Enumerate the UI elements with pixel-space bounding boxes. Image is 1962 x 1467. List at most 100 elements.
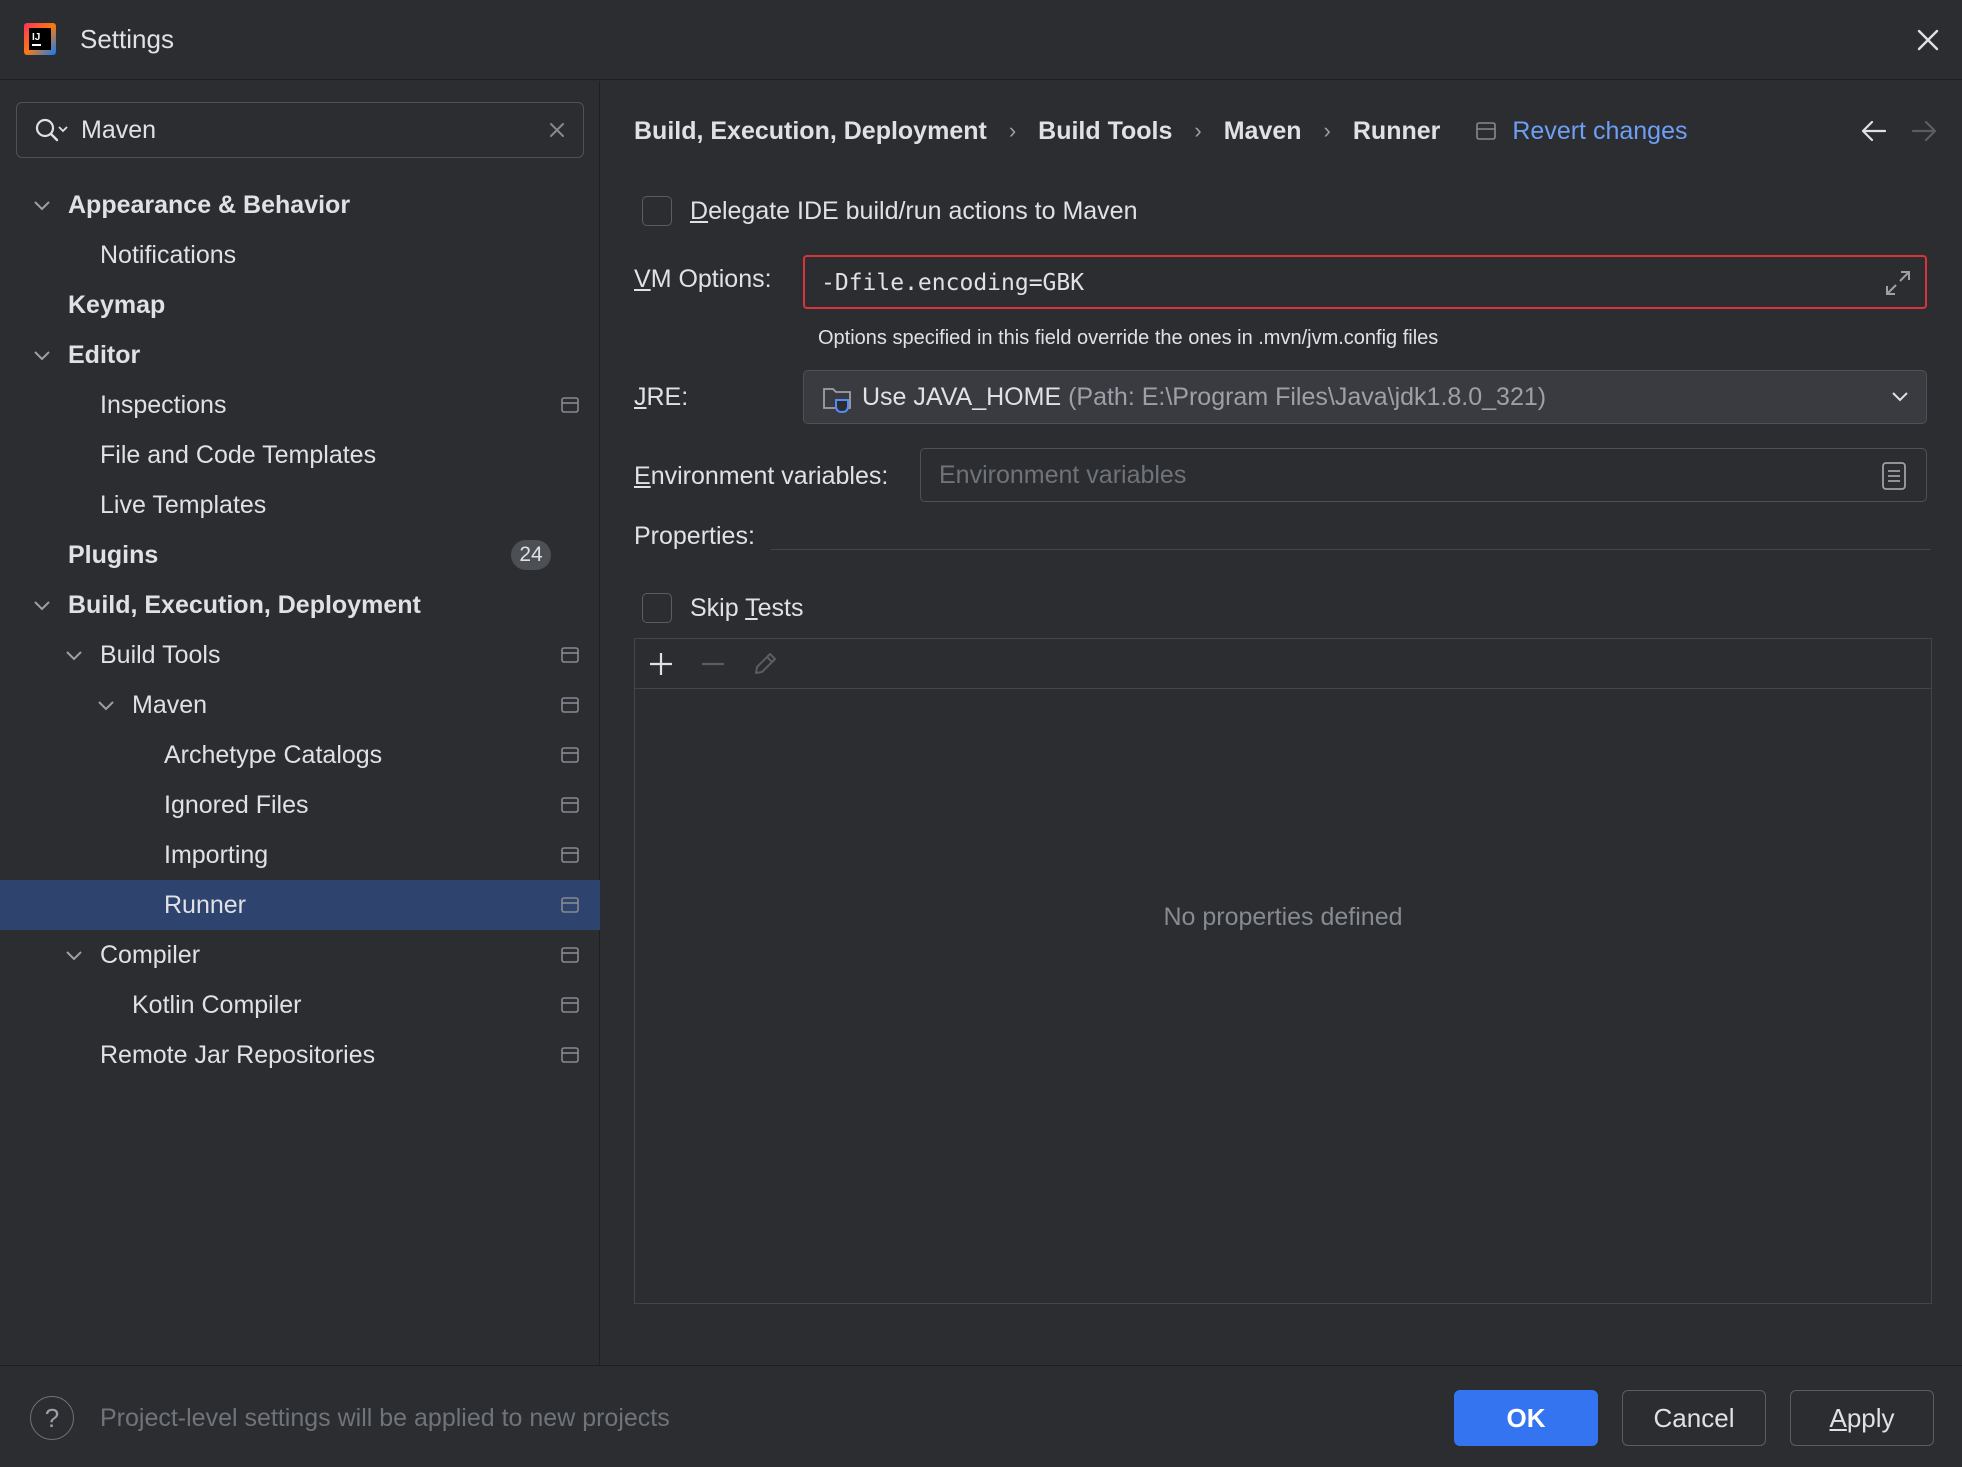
breadcrumb-separator: › (1194, 118, 1202, 143)
properties-label: Properties: (634, 522, 755, 550)
project-scope-icon (561, 1047, 579, 1063)
tree-item-label: File and Code Templates (100, 441, 377, 469)
jre-dropdown[interactable]: Use JAVA_HOME (Path: E:\Program Files\Ja… (803, 370, 1927, 424)
tree-item-build-execution-deployment[interactable]: Build, Execution, Deployment (0, 580, 600, 630)
search-input[interactable] (81, 111, 521, 149)
edit-list-icon[interactable] (1881, 461, 1907, 491)
tree-item-live-templates[interactable]: Live Templates (0, 480, 600, 530)
jdk-folder-icon (823, 388, 851, 414)
tree-item-label: Appearance & Behavior (68, 191, 351, 219)
project-scope-icon (561, 697, 579, 713)
clear-search-icon[interactable] (547, 120, 567, 140)
project-scope-icon (561, 797, 579, 813)
tree-item-remote-jar-repositories[interactable]: Remote Jar Repositories (0, 1030, 600, 1080)
tree-item-notifications[interactable]: Notifications (0, 230, 600, 280)
breadcrumb-item[interactable]: Build Tools (1038, 117, 1172, 146)
tree-item-maven[interactable]: Maven (0, 680, 600, 730)
skip-tests-checkbox[interactable] (642, 593, 672, 623)
vm-options-field[interactable] (803, 255, 1927, 309)
arrow-left-icon[interactable] (1859, 117, 1889, 145)
add-icon[interactable] (647, 650, 675, 678)
project-scope-icon (561, 897, 579, 913)
tree-item-label: Ignored Files (164, 791, 309, 819)
project-scope-icon (1476, 122, 1497, 140)
properties-divider (771, 549, 1931, 550)
edit-icon[interactable] (751, 650, 779, 678)
tree-item-file-code-templates[interactable]: File and Code Templates (0, 430, 600, 480)
jre-selected-value: Use JAVA_HOME (Path: E:\Program Files\Ja… (862, 383, 1547, 411)
tree-item-label: Compiler (100, 941, 201, 969)
tree-item-label: Archetype Catalogs (164, 741, 383, 769)
tree-item-label: Notifications (100, 241, 237, 269)
chevron-down-icon[interactable] (64, 945, 84, 965)
help-icon[interactable]: ? (30, 1396, 74, 1440)
cancel-button[interactable]: Cancel (1622, 1390, 1766, 1446)
tree-item-label: Remote Jar Repositories (100, 1041, 376, 1069)
tree-item-plugins[interactable]: Plugins 24 (0, 530, 600, 580)
arrow-right-icon[interactable] (1909, 117, 1939, 145)
window-title: Settings (80, 24, 174, 54)
chevron-down-icon[interactable] (32, 345, 52, 365)
tree-item-label: Editor (68, 341, 141, 369)
tree-item-runner[interactable]: Runner (0, 880, 600, 930)
breadcrumb: Build, Execution, Deployment › Build Too… (634, 111, 1687, 151)
breadcrumb-item[interactable]: Build, Execution, Deployment (634, 117, 987, 146)
tree-item-label: Inspections (100, 391, 227, 419)
settings-sidebar: Appearance & Behavior Notifications Keym… (0, 81, 600, 1365)
vm-options-hint: Options specified in this field override… (818, 327, 1439, 349)
skip-tests-label[interactable]: Skip Tests (690, 594, 804, 623)
tree-item-editor[interactable]: Editor (0, 330, 600, 380)
intellij-logo-icon: IJ (24, 23, 56, 55)
delegate-label[interactable]: Delegate IDE build/run actions to Maven (690, 197, 1137, 226)
project-settings-note: Project-level settings will be applied t… (100, 1404, 670, 1432)
tree-item-label: Plugins (68, 541, 159, 569)
ok-button[interactable]: OK (1454, 1390, 1598, 1446)
tree-item-importing[interactable]: Importing (0, 830, 600, 880)
tree-item-appearance-behavior[interactable]: Appearance & Behavior (0, 180, 600, 230)
expand-icon[interactable] (1883, 268, 1913, 298)
chevron-down-icon[interactable] (32, 195, 52, 215)
chevron-down-icon[interactable] (96, 695, 116, 715)
settings-search[interactable] (16, 102, 584, 158)
properties-table[interactable]: No properties defined (634, 638, 1932, 1304)
project-scope-icon (561, 647, 579, 663)
tree-item-ignored-files[interactable]: Ignored Files (0, 780, 600, 830)
breadcrumb-separator: › (1323, 118, 1331, 143)
env-variables-field[interactable] (920, 448, 1927, 502)
vm-options-label: VM Options: (634, 265, 772, 293)
project-scope-icon (561, 847, 579, 863)
search-icon[interactable] (33, 116, 69, 146)
properties-toolbar (635, 639, 1931, 689)
tree-item-inspections[interactable]: Inspections (0, 380, 600, 430)
plugins-count-badge: 24 (511, 540, 551, 570)
env-variables-input[interactable] (939, 457, 1839, 493)
chevron-down-icon[interactable] (64, 645, 84, 665)
breadcrumb-separator: › (1008, 118, 1017, 143)
tree-item-label: Live Templates (100, 491, 267, 519)
jre-label: JRE: (634, 383, 689, 411)
chevron-down-icon[interactable] (1890, 389, 1910, 405)
revert-changes-link[interactable]: Revert changes (1512, 117, 1687, 146)
delegate-checkbox[interactable] (642, 196, 672, 226)
tree-item-label: Maven (132, 691, 208, 719)
tree-item-label: Runner (164, 891, 246, 919)
tree-item-archetype-catalogs[interactable]: Archetype Catalogs (0, 730, 600, 780)
tree-item-compiler[interactable]: Compiler (0, 930, 600, 980)
close-icon[interactable] (1910, 22, 1946, 58)
tree-item-kotlin-compiler[interactable]: Kotlin Compiler (0, 980, 600, 1030)
project-scope-icon (561, 997, 579, 1013)
apply-button[interactable]: Apply (1790, 1390, 1934, 1446)
remove-icon[interactable] (699, 650, 727, 678)
tree-item-label: Keymap (68, 291, 166, 319)
vm-options-input[interactable] (821, 265, 1861, 301)
svg-text:IJ: IJ (32, 32, 40, 43)
empty-properties-text: No properties defined (1163, 903, 1403, 931)
tree-item-build-tools[interactable]: Build Tools (0, 630, 600, 680)
breadcrumb-item[interactable]: Maven (1224, 117, 1302, 146)
chevron-down-icon[interactable] (32, 595, 52, 615)
tree-item-label: Build Tools (100, 641, 221, 669)
tree-item-keymap[interactable]: Keymap (0, 280, 600, 330)
env-variables-label: Environment variables: (634, 462, 889, 490)
project-scope-icon (561, 947, 579, 963)
project-scope-icon (561, 397, 579, 413)
